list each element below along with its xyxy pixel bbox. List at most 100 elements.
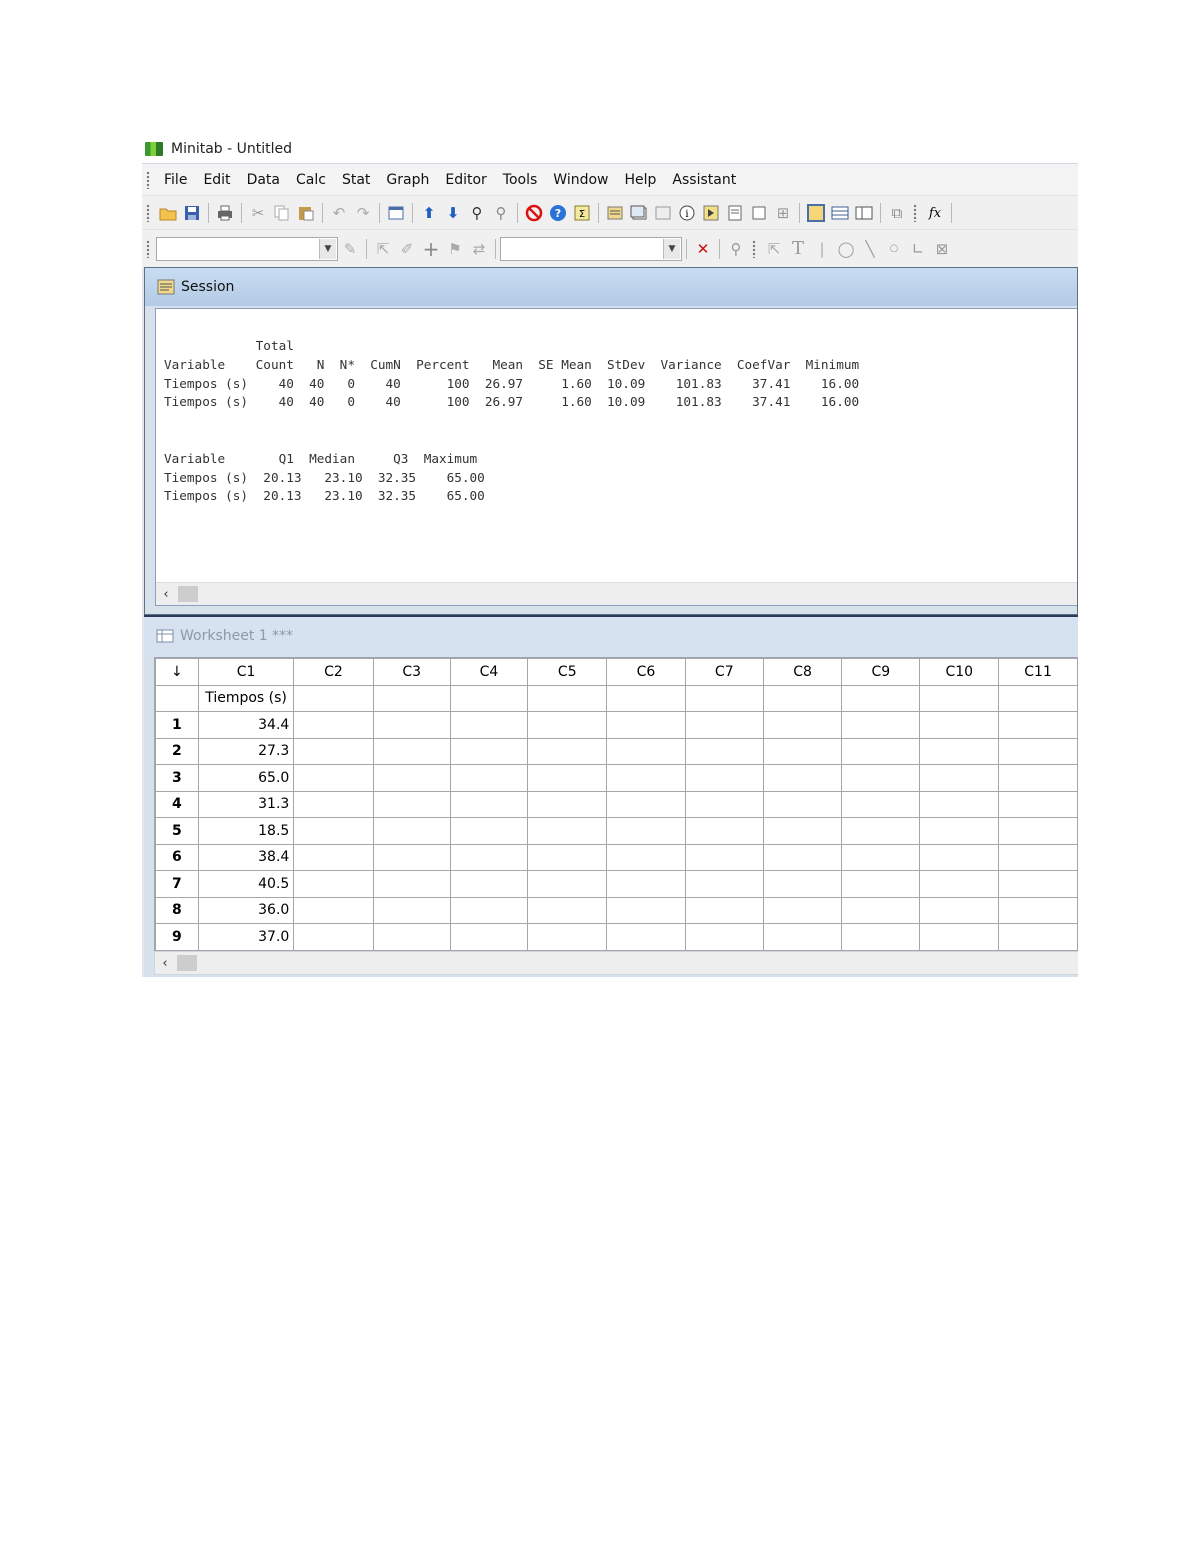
row-number[interactable]: 2	[155, 737, 199, 765]
data-cell[interactable]	[293, 764, 374, 792]
row-number[interactable]: 7	[155, 870, 199, 898]
data-cell[interactable]	[762, 843, 843, 871]
data-cell[interactable]	[293, 870, 374, 898]
data-cell[interactable]: 65.0	[197, 764, 295, 792]
data-cell[interactable]	[919, 711, 1000, 739]
data-cell[interactable]	[762, 764, 843, 792]
data-cell[interactable]	[449, 896, 529, 924]
column-header[interactable]: C6	[606, 658, 686, 686]
zoom-icon[interactable]: ⚲	[726, 239, 746, 259]
data-cell[interactable]	[998, 711, 1078, 739]
graph-folder-icon[interactable]	[653, 203, 673, 223]
data-cell[interactable]	[606, 711, 686, 739]
data-cell[interactable]	[998, 817, 1078, 845]
data-cell[interactable]: 36.0	[197, 896, 295, 924]
data-cell[interactable]	[919, 896, 1000, 924]
text-icon[interactable]: T	[788, 239, 808, 259]
data-cell[interactable]	[293, 817, 374, 845]
data-cell[interactable]	[527, 923, 608, 951]
data-cell[interactable]	[998, 737, 1078, 765]
menu-editor[interactable]: Editor	[437, 172, 494, 188]
scroll-left-icon[interactable]: ‹	[155, 952, 175, 974]
menu-assistant[interactable]: Assistant	[664, 172, 744, 188]
column-header[interactable]: C9	[841, 658, 921, 686]
line-icon[interactable]: ╲	[860, 239, 880, 259]
data-cell[interactable]: 37.0	[197, 923, 295, 951]
data-cell[interactable]: 38.4	[197, 843, 295, 871]
data-cell[interactable]	[449, 817, 529, 845]
chevron-down-icon[interactable]: ▼	[319, 239, 336, 259]
info-icon[interactable]: i	[677, 203, 697, 223]
column-name-cell[interactable]	[606, 684, 686, 712]
data-cell[interactable]	[762, 790, 843, 818]
data-cell[interactable]	[606, 843, 686, 871]
data-cell[interactable]	[841, 764, 921, 792]
data-cell[interactable]	[919, 790, 1000, 818]
data-cell[interactable]	[527, 764, 608, 792]
data-cell[interactable]	[293, 711, 374, 739]
data-cell[interactable]	[293, 896, 374, 924]
data-cell[interactable]	[372, 843, 451, 871]
column-name-cell[interactable]: Tiempos (s)	[197, 684, 295, 712]
column-name-cell[interactable]	[527, 684, 608, 712]
data-cell[interactable]	[841, 843, 921, 871]
column-header[interactable]: C4	[449, 658, 529, 686]
column-header[interactable]: C1	[197, 658, 295, 686]
data-cell[interactable]	[762, 870, 843, 898]
session-horizontal-scrollbar[interactable]: ‹	[156, 582, 1077, 605]
data-cell[interactable]	[841, 711, 921, 739]
print-icon[interactable]	[215, 203, 235, 223]
arrow-up-icon[interactable]: ⬆	[419, 203, 439, 223]
data-cell[interactable]	[841, 870, 921, 898]
scroll-left-icon[interactable]: ‹	[156, 583, 176, 605]
row-number[interactable]: 8	[155, 896, 199, 924]
worksheet-combo[interactable]: ▼	[156, 237, 338, 261]
window-icon[interactable]	[386, 203, 406, 223]
column-icon[interactable]	[854, 203, 874, 223]
brush-icon[interactable]: ✎	[340, 239, 360, 259]
data-cell[interactable]	[919, 923, 1000, 951]
column-header[interactable]: C10	[919, 658, 1000, 686]
row-number[interactable]: 9	[155, 923, 199, 951]
data-cell[interactable]	[527, 711, 608, 739]
data-cell[interactable]	[919, 737, 1000, 765]
row-number[interactable]: 5	[155, 817, 199, 845]
menu-graph[interactable]: Graph	[378, 172, 437, 188]
data-cell[interactable]	[919, 817, 1000, 845]
find-icon[interactable]: ⚲	[467, 203, 487, 223]
menu-window[interactable]: Window	[545, 172, 616, 188]
stack-icon[interactable]: ⧉	[887, 203, 907, 223]
data-cell[interactable]	[998, 870, 1078, 898]
data-cell[interactable]: 18.5	[197, 817, 295, 845]
menu-help[interactable]: Help	[617, 172, 665, 188]
data-cell[interactable]	[527, 737, 608, 765]
menu-tools[interactable]: Tools	[495, 172, 546, 188]
column-name-cell[interactable]	[449, 684, 529, 712]
data-cell[interactable]	[449, 790, 529, 818]
data-cell[interactable]	[372, 790, 451, 818]
data-cell[interactable]	[684, 843, 764, 871]
column-name-cell[interactable]	[998, 684, 1078, 712]
data-cell[interactable]	[998, 896, 1078, 924]
data-cell[interactable]	[527, 870, 608, 898]
sigma-icon[interactable]: Σ	[572, 203, 592, 223]
session-icon[interactable]	[605, 203, 625, 223]
swap-icon[interactable]: ⇄	[469, 239, 489, 259]
data-cell[interactable]	[293, 790, 374, 818]
data-cell[interactable]: 40.5	[197, 870, 295, 898]
data-cell[interactable]	[527, 896, 608, 924]
data-cell[interactable]	[449, 870, 529, 898]
function-icon[interactable]: fx	[925, 203, 945, 223]
data-cell[interactable]	[762, 711, 843, 739]
menu-file[interactable]: File	[156, 172, 195, 188]
data-cell[interactable]	[372, 923, 451, 951]
data-cell[interactable]	[998, 764, 1078, 792]
data-cell[interactable]: 34.4	[197, 711, 295, 739]
column-header[interactable]: C11	[998, 658, 1078, 686]
data-cell[interactable]	[841, 923, 921, 951]
data-cell[interactable]	[762, 737, 843, 765]
data-cell[interactable]	[372, 817, 451, 845]
row-number[interactable]: 6	[155, 843, 199, 871]
data-cell[interactable]	[606, 764, 686, 792]
arrow-down-icon[interactable]: ⬇	[443, 203, 463, 223]
